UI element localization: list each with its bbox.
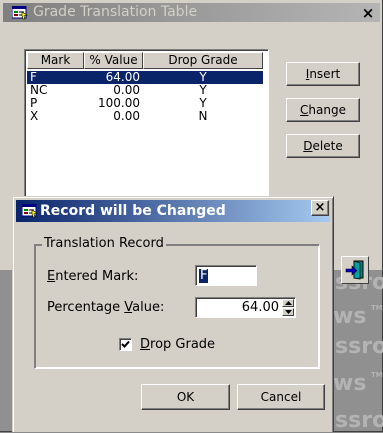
percentage-mnemonic: V: [124, 300, 133, 315]
percentage-value: 64.00: [241, 300, 279, 315]
spin-down-button[interactable]: [282, 308, 294, 316]
grid-header: Mark % Value Drop Grade: [27, 52, 263, 69]
exit-button[interactable]: [341, 256, 369, 284]
insert-label: nsert: [309, 66, 341, 81]
cell-mark: X: [30, 109, 39, 123]
cell-drop-grade: N: [198, 109, 208, 123]
window-title: Grade Translation Table: [33, 4, 198, 20]
group-label: Translation Record: [42, 236, 166, 252]
delete-button[interactable]: Delete: [286, 134, 360, 158]
table-row[interactable]: P 100.00 Y: [27, 97, 263, 110]
app-window-icon: [21, 203, 38, 225]
percentage-label-text: alue:: [132, 300, 165, 315]
percentage-value-input[interactable]: 64.00: [195, 297, 296, 318]
drop-grade-label[interactable]: Drop Grade: [140, 337, 215, 353]
spin-up-button[interactable]: [282, 299, 294, 307]
percentage-label-prefix: Percentage: [47, 300, 125, 315]
translation-grid[interactable]: Mark % Value Drop Grade F 64.00 Y NC 0.0…: [24, 49, 269, 199]
drop-grade-checkbox[interactable]: [119, 338, 132, 351]
insert-button[interactable]: Insert: [286, 62, 360, 86]
dialog-close-button[interactable]: ×: [311, 200, 329, 216]
entered-mark-label: Entered Mark:: [47, 269, 138, 285]
entered-mark-value: F: [199, 268, 209, 283]
entered-mark-label-text: ntered Mark:: [55, 269, 139, 284]
window-close-button[interactable]: ×: [359, 5, 377, 21]
watermark-tm: TM: [371, 304, 383, 312]
dialog-title: Record will be Changed: [40, 203, 226, 219]
table-row[interactable]: F 64.00 Y: [27, 71, 263, 84]
drop-grade-mnemonic: D: [140, 337, 151, 352]
cancel-button[interactable]: Cancel: [237, 384, 325, 410]
window-titlebar[interactable]: Grade Translation Table: [3, 3, 380, 22]
table-row[interactable]: X 0.00 N: [27, 110, 263, 123]
table-row[interactable]: NC 0.00 Y: [27, 84, 263, 97]
column-header-mark[interactable]: Mark: [27, 52, 84, 69]
delete-mnemonic: D: [303, 138, 313, 153]
entered-mark-mnemonic: E: [47, 269, 56, 284]
watermark-text: ws: [333, 371, 367, 396]
column-header-value[interactable]: % Value: [84, 52, 143, 69]
column-header-drop-grade[interactable]: Drop Grade: [143, 52, 263, 69]
watermark-text: ssro: [335, 408, 383, 433]
change-button[interactable]: Change: [286, 98, 360, 122]
watermark-text: ws: [333, 304, 367, 329]
record-changed-dialog: Record will be Changed × Translation Rec…: [12, 196, 334, 432]
watermark-text: ssro: [335, 334, 383, 359]
dialog-titlebar[interactable]: Record will be Changed: [16, 200, 330, 222]
ok-button[interactable]: OK: [141, 384, 230, 410]
watermark-tm: TM: [371, 371, 383, 379]
entered-mark-input[interactable]: F: [195, 265, 257, 286]
percentage-spinner[interactable]: [282, 299, 294, 316]
cell-value: 0.00: [113, 109, 140, 123]
change-label: hange: [308, 102, 346, 117]
delete-label: elete: [312, 138, 343, 153]
percentage-value-label: Percentage Value:: [47, 300, 164, 316]
app-window-icon: [11, 5, 28, 26]
drop-grade-label-text: rop Grade: [150, 337, 216, 352]
